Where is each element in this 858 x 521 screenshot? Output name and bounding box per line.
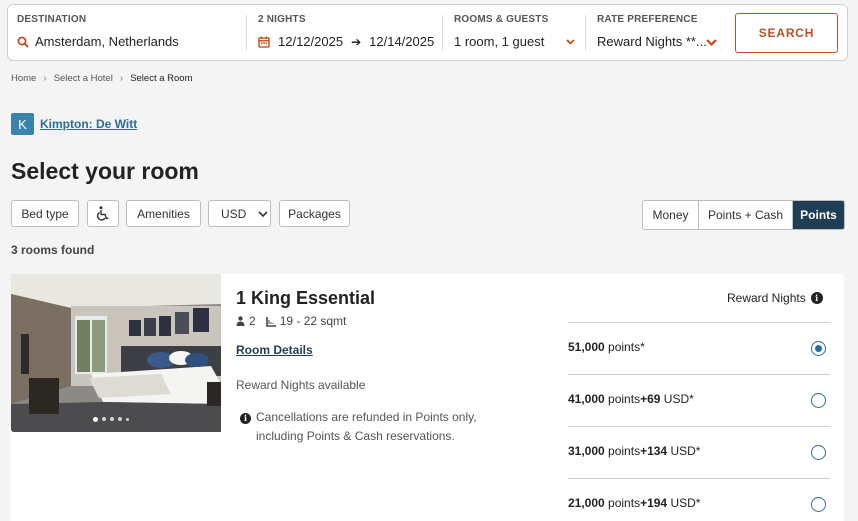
checkout-date: 12/14/2025: [369, 34, 435, 49]
toggle-money[interactable]: Money: [643, 201, 699, 229]
rate-cash-label: USD*: [670, 496, 701, 510]
destination-label: DESTINATION: [17, 14, 87, 25]
chevron-down-icon: [706, 39, 717, 46]
rate-points: 21,000: [568, 496, 605, 510]
availability-text: Reward Nights available: [236, 378, 366, 392]
rooms-guests-value: 1 room, 1 guest: [454, 34, 545, 49]
room-details-link[interactable]: Room Details: [236, 343, 313, 357]
room-card: 1 King Essential 2 19 - 22 sqmt Room Det…: [11, 274, 844, 521]
bed-type-filter[interactable]: Bed type: [11, 200, 79, 227]
carousel-dot[interactable]: [118, 417, 122, 421]
room-name: 1 King Essential: [236, 288, 376, 308]
checkin-date: 12/12/2025: [278, 34, 344, 49]
carousel-dot[interactable]: [102, 417, 106, 421]
chevron-down-icon: [566, 39, 575, 45]
hotel-name-link[interactable]: Kimpton: De Witt: [40, 117, 137, 131]
carousel-dot[interactable]: [110, 417, 114, 421]
page-title: Select your room: [11, 158, 199, 184]
toggle-points[interactable]: Points: [793, 201, 844, 229]
amenities-filter[interactable]: Amenities: [126, 200, 201, 227]
rate-preference-label: RATE PREFERENCE: [597, 14, 698, 25]
rooms-guests-field[interactable]: ROOMS & GUESTS 1 room, 1 guest: [443, 5, 585, 62]
rate-points-label: points: [608, 392, 641, 406]
rate-type-label: Reward Nights: [727, 291, 806, 305]
rate-radio[interactable]: [811, 445, 826, 460]
wheelchair-icon: [96, 206, 109, 221]
rooms-guests-label: ROOMS & GUESTS: [454, 14, 549, 25]
room-guests: 2: [249, 314, 256, 328]
breadcrumb-current: Select a Room: [130, 73, 193, 84]
rate-option[interactable]: 21,000 points+194 USD*: [568, 478, 830, 521]
arrow-right-icon: ➔: [351, 34, 362, 49]
rate-cash: +134: [640, 444, 668, 458]
rate-points: 31,000: [568, 444, 605, 458]
breadcrumb-select-hotel[interactable]: Select a Hotel: [54, 73, 113, 84]
room-photo[interactable]: [11, 274, 221, 432]
chevron-right-icon: ›: [43, 73, 47, 84]
chevron-right-icon: ›: [119, 73, 124, 84]
hotel-brand: K Kimpton: De Witt: [11, 113, 137, 135]
toggle-points-cash[interactable]: Points + Cash: [699, 201, 793, 229]
room-size-icon: [265, 316, 276, 327]
dates-field[interactable]: 2 NIGHTS 12/12/2025 ➔ 12/14/2025: [247, 5, 442, 62]
accessibility-filter[interactable]: [87, 200, 119, 227]
rate-preference-field[interactable]: RATE PREFERENCE Reward Nights **...: [586, 5, 726, 62]
rooms-found-count: 3 rooms found: [11, 243, 95, 257]
calendar-icon: [258, 36, 270, 48]
room-size: 19 - 22 sqmt: [279, 314, 347, 328]
cancellation-note: i Cancellations are refunded in Points o…: [240, 408, 520, 446]
currency-select[interactable]: USD: [208, 200, 271, 227]
rate-option[interactable]: 51,000 points*: [568, 322, 830, 374]
rate-points: 41,000: [568, 392, 605, 406]
room-meta: 2 19 - 22 sqmt: [236, 314, 346, 328]
info-icon: i: [240, 413, 251, 424]
rate-type-header: Reward Nights i: [727, 291, 823, 305]
rate-cash: +194: [640, 496, 668, 510]
packages-filter[interactable]: Packages: [279, 200, 350, 227]
rate-option[interactable]: 31,000 points+134 USD*: [568, 426, 830, 478]
rate-preference-value: Reward Nights **...: [597, 34, 707, 49]
rate-points-label: points: [608, 444, 641, 458]
info-icon[interactable]: i: [810, 292, 823, 304]
chevron-down-icon: [258, 210, 268, 217]
nights-label: 2 NIGHTS: [258, 14, 306, 25]
brand-logo: K: [11, 113, 34, 135]
rate-points-label: points: [608, 496, 641, 510]
person-icon: [236, 316, 245, 326]
rate-radio[interactable]: [811, 393, 826, 408]
rate-cash: +69: [640, 392, 661, 406]
breadcrumb: Home › Select a Hotel › Select a Room: [11, 73, 193, 84]
rate-points-label: points*: [608, 340, 645, 354]
currency-value: USD: [221, 206, 247, 221]
search-button[interactable]: SEARCH: [735, 13, 838, 53]
image-carousel-dots[interactable]: [93, 416, 129, 422]
rate-radio[interactable]: [811, 341, 826, 356]
rate-option[interactable]: 41,000 points+69 USD*: [568, 374, 830, 426]
carousel-dot[interactable]: [126, 417, 129, 421]
rate-points: 51,000: [568, 340, 605, 354]
search-icon: [17, 36, 29, 48]
carousel-dot[interactable]: [93, 416, 98, 422]
payment-toggle: Money Points + Cash Points: [642, 200, 845, 230]
breadcrumb-home[interactable]: Home: [11, 73, 36, 84]
rate-radio[interactable]: [811, 497, 826, 512]
destination-field[interactable]: DESTINATION Amsterdam, Netherlands: [8, 5, 246, 62]
cancellation-text: Cancellations are refunded in Points onl…: [256, 410, 477, 443]
destination-value: Amsterdam, Netherlands: [35, 34, 179, 49]
room-photo-illustration: [11, 274, 221, 432]
rate-cash-label: USD*: [663, 392, 694, 406]
search-bar: DESTINATION Amsterdam, Netherlands 2 NIG…: [7, 4, 848, 61]
rate-cash-label: USD*: [670, 444, 701, 458]
